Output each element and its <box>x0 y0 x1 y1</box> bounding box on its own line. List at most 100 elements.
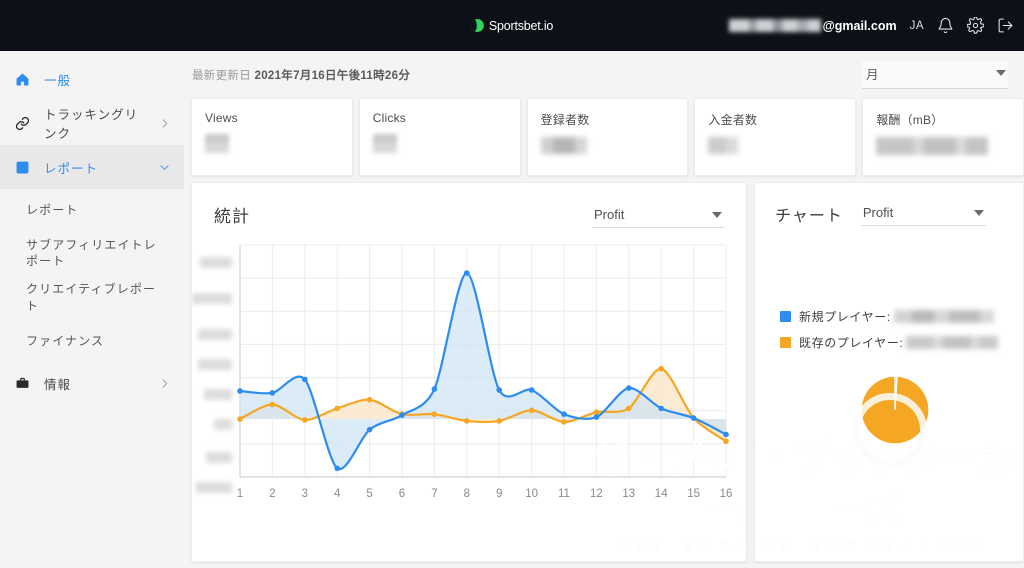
chart-legend: 新規プレイヤー: 既存のプレイヤー: <box>780 308 999 360</box>
gear-icon[interactable] <box>967 17 984 34</box>
sidebar-item-information[interactable]: 情報 <box>0 362 184 406</box>
sidebar-item-reports[interactable]: レポート <box>0 145 184 189</box>
svg-text:4: 4 <box>334 488 341 500</box>
kpi-card-views[interactable]: Views <box>191 98 353 176</box>
masked-value <box>708 137 739 154</box>
svg-text:2: 2 <box>269 488 275 500</box>
main-content: 最新更新日 2021年7月16日午後11時26分 月 Views Clicks … <box>184 51 1024 568</box>
statistics-metric-select[interactable]: Profit <box>592 205 724 228</box>
chart-panel-title: チャート <box>775 208 843 225</box>
kpi-card-title: Views <box>205 111 238 125</box>
svg-text:11: 11 <box>558 488 570 500</box>
svg-text:15: 15 <box>687 488 700 500</box>
sidebar-item-label: 情報 <box>44 378 72 393</box>
sidebar-item-label: 一般 <box>44 73 72 88</box>
sportsbet-logo-icon <box>470 19 484 32</box>
chart-panel-header: チャート Profit <box>755 183 1023 226</box>
language-switcher[interactable]: JA <box>910 20 924 32</box>
brand-name: Sportsbet.io <box>488 18 554 33</box>
user-email[interactable]: @gmail.com <box>728 18 897 33</box>
kpi-card-title: 登録者数 <box>540 113 590 127</box>
chevron-right-icon <box>159 378 170 389</box>
briefcase-icon <box>13 376 32 391</box>
panels: 統計 Profit 12345678910111213141516 ザ・ブックメ… <box>191 182 1024 562</box>
user-email-masked <box>728 19 821 32</box>
last-updated: 最新更新日 2021年7月16日午後11時26分 <box>192 67 410 83</box>
top-bar-right: @gmail.com JA <box>728 0 1014 51</box>
chevron-right-icon <box>159 118 170 129</box>
svg-text:16: 16 <box>720 488 733 500</box>
masked-value <box>540 137 587 154</box>
statistics-panel-header: 統計 Profit <box>192 183 746 228</box>
kpi-card-commission[interactable]: 報酬（mB） <box>862 98 1024 176</box>
statistics-panel-title: 統計 <box>214 207 250 226</box>
kpi-card-depositors[interactable]: 入金者数 <box>694 98 857 176</box>
last-updated-label: 最新更新日 <box>192 69 251 82</box>
kpi-card-value <box>708 137 842 157</box>
players-donut-chart[interactable] <box>860 375 930 450</box>
affiliate-dashboard: Sportsbet.io @gmail.com JA 一般 トラッキングリンク … <box>0 0 1024 568</box>
chevron-down-icon <box>712 211 722 218</box>
svg-text:6: 6 <box>399 488 405 500</box>
link-icon <box>13 116 32 131</box>
statistics-line-chart[interactable]: 1 2 3 4 5 6 7 8 9 10 11 12 13 14 15 16 <box>192 239 747 549</box>
svg-text:1: 1 <box>237 488 243 500</box>
brand-logo[interactable]: Sportsbet.io <box>470 18 554 33</box>
sidebar-subitem-label: クリエイティブレポート <box>26 282 157 313</box>
sidebar-subitem-label: サブアフィリエイトレポート <box>26 238 157 269</box>
chart-metric-value: Profit <box>862 205 894 220</box>
kpi-card-title: 報酬（mB） <box>876 113 944 127</box>
sidebar-subitem-report[interactable]: レポート <box>0 189 184 231</box>
home-icon <box>13 72 32 87</box>
chart-metric-select[interactable]: Profit <box>860 203 986 226</box>
sidebar-item-tracking-links[interactable]: トラッキングリンク <box>0 101 184 145</box>
chart-panel: チャート Profit 新規プレイヤー: 既存のプレイヤー: ・ブックメーカーズ… <box>754 182 1024 562</box>
period-select[interactable]: 月 <box>862 60 1008 89</box>
kpi-card-title: 入金者数 <box>708 113 758 127</box>
last-updated-value: 2021年7月16日午後11時26分 <box>254 69 411 82</box>
kpi-card-registrations[interactable]: 登録者数 <box>526 98 689 176</box>
masked-value <box>876 137 989 155</box>
legend-swatch <box>780 337 791 348</box>
svg-text:3: 3 <box>302 488 308 500</box>
masked-value <box>372 134 397 153</box>
kpi-card-title: Clicks <box>372 111 406 125</box>
svg-text:9: 9 <box>496 488 502 500</box>
user-email-domain: @gmail.com <box>822 18 897 33</box>
svg-text:7: 7 <box>431 488 437 500</box>
sidebar-subitem-label: ファイナンス <box>26 333 105 348</box>
legend-swatch <box>780 311 791 322</box>
bell-icon[interactable] <box>937 17 954 34</box>
legend-value-masked <box>893 310 994 323</box>
svg-text:5: 5 <box>366 488 372 500</box>
legend-item-new-players[interactable]: 新規プレイヤー: <box>780 308 998 325</box>
legend-item-existing-players[interactable]: 既存のプレイヤー: <box>780 334 999 351</box>
legend-label: 新規プレイヤー: <box>799 310 891 324</box>
kpi-card-value <box>876 137 1010 157</box>
sidebar-subitem-finance[interactable]: ファイナンス <box>0 320 184 362</box>
sidebar-subitem-subaffiliate-report[interactable]: サブアフィリエイトレポート <box>0 231 184 275</box>
masked-value <box>205 134 229 153</box>
chevron-down-icon <box>973 209 984 216</box>
logout-icon[interactable] <box>997 17 1014 34</box>
svg-text:14: 14 <box>655 488 668 500</box>
report-icon <box>13 160 32 175</box>
main-header: 最新更新日 2021年7月16日午後11時26分 月 <box>184 51 1024 98</box>
legend-label: 既存のプレイヤー: <box>799 336 904 350</box>
sidebar-item-general[interactable]: 一般 <box>0 57 184 101</box>
legend-value-masked <box>906 336 999 349</box>
svg-text:12: 12 <box>590 488 603 500</box>
kpi-cards: Views Clicks 登録者数 入金者数 報酬（mB） <box>191 98 1024 176</box>
sidebar-item-label: トラッキングリンク <box>44 108 139 141</box>
svg-text:8: 8 <box>464 488 470 500</box>
kpi-card-clicks[interactable]: Clicks <box>358 98 521 176</box>
period-select-value: 月 <box>866 67 879 82</box>
statistics-panel: 統計 Profit 12345678910111213141516 ザ・ブックメ… <box>191 182 747 562</box>
kpi-card-value <box>205 134 339 154</box>
svg-text:10: 10 <box>525 488 538 500</box>
statistics-metric-value: Profit <box>594 207 625 222</box>
watermark-en: THE BOOKMAKERS <box>754 539 989 553</box>
top-bar: Sportsbet.io @gmail.com JA <box>0 0 1024 51</box>
sidebar-subitem-creative-report[interactable]: クリエイティブレポート <box>0 275 184 319</box>
chevron-down-icon <box>996 70 1006 76</box>
